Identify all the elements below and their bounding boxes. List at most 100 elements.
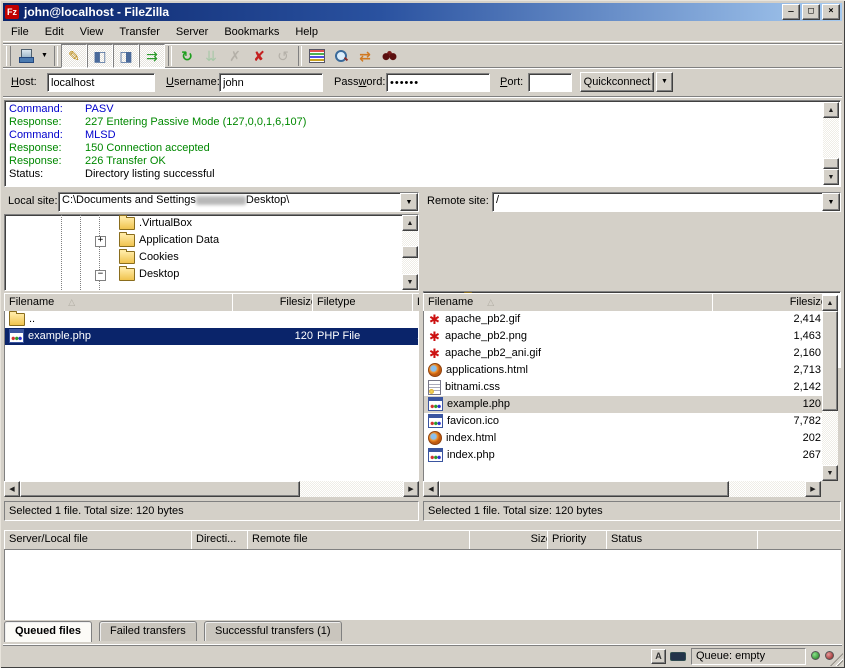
column-header-remote-file[interactable]: Remote file (247, 530, 479, 549)
password-input[interactable] (386, 73, 490, 92)
image-file-icon: ✱ (428, 330, 441, 343)
tree-item-application-data[interactable]: + Application Data (5, 232, 418, 249)
local-site-dropdown[interactable]: ▼ (400, 193, 418, 211)
username-input[interactable] (219, 73, 323, 92)
remote-list-header: Filename△ Filesize (423, 293, 822, 311)
minimize-button[interactable]: _ (782, 4, 800, 20)
column-header-status[interactable]: Status (606, 530, 767, 549)
local-file-row-up[interactable]: .. (5, 311, 418, 328)
column-header-filesize[interactable]: Filesize (712, 293, 822, 311)
site-manager-button[interactable] (14, 45, 38, 67)
folder-icon (9, 313, 25, 326)
tab-failed-transfers[interactable]: Failed transfers (99, 621, 197, 641)
remote-file-row[interactable]: favicon.ico 7,782 (424, 413, 822, 430)
menu-view[interactable]: View (72, 24, 112, 40)
cancel-button[interactable]: ✗ (223, 45, 247, 67)
expand-icon[interactable]: + (95, 236, 106, 247)
speed-limit-icon[interactable] (670, 652, 686, 661)
password-label: Password: (334, 76, 385, 88)
tab-queued-files[interactable]: Queued files (4, 621, 92, 642)
quickconnect-button[interactable]: Quickconnect (580, 72, 654, 92)
column-header-server-local-file[interactable]: Server/Local file (4, 530, 201, 549)
queue-body[interactable] (4, 549, 841, 620)
toggle-remote-tree-button[interactable]: ◨ (113, 44, 139, 68)
php-file-icon (428, 448, 443, 462)
local-site-path: C:\Documents and SettingsDesktop\ (59, 193, 400, 211)
title-bar[interactable]: Fz john@localhost - FileZilla _ □ × (3, 3, 842, 21)
menu-edit[interactable]: Edit (37, 24, 72, 40)
remote-list-scroll-left-button[interactable]: ◀ (423, 481, 439, 497)
remote-file-row[interactable]: applications.html 2,713 (424, 362, 822, 379)
menu-file[interactable]: File (3, 24, 37, 40)
remote-list-scroll-track[interactable] (822, 411, 838, 465)
disconnect-button[interactable]: ✘ (247, 45, 271, 67)
toggle-message-log-button[interactable]: ✎ (61, 44, 87, 68)
remote-file-row[interactable]: bitnami.css 2,142 (424, 379, 822, 396)
remote-list-scroll-track[interactable] (729, 481, 805, 497)
menu-bookmarks[interactable]: Bookmarks (216, 24, 287, 40)
column-header-size[interactable]: Size (469, 530, 557, 549)
local-site-combobox[interactable]: C:\Documents and SettingsDesktop\ ▼ (58, 192, 419, 212)
remote-file-row[interactable]: index.php 267 (424, 447, 822, 464)
remote-site-dropdown[interactable]: ▼ (822, 193, 840, 211)
local-tree-scroll-thumb[interactable] (402, 246, 418, 258)
maximize-button[interactable]: □ (802, 4, 820, 20)
filter-button[interactable] (305, 45, 329, 67)
refresh-button[interactable]: ↻ (175, 45, 199, 67)
log-line: Command:PASV (9, 103, 836, 116)
local-list-scroll-left-button[interactable]: ◀ (4, 481, 20, 497)
remote-file-row[interactable]: ✱apache_pb2.png 1,463 (424, 328, 822, 345)
remote-list-scroll-thumb[interactable] (439, 481, 729, 497)
log-scroll-track[interactable] (823, 118, 839, 158)
log-scroll-thumb[interactable] (823, 158, 839, 169)
remote-list-scroll-right-button[interactable]: ▶ (805, 481, 821, 497)
remote-list-scroll-up-button[interactable]: ▲ (822, 295, 838, 311)
remote-file-row[interactable]: ✱apache_pb2.gif 2,414 (424, 311, 822, 328)
quickconnect-dropdown[interactable]: ▼ (656, 72, 673, 92)
find-files-button[interactable] (377, 45, 401, 67)
site-manager-dropdown[interactable]: ▼ (38, 45, 51, 67)
directory-comparison-button[interactable] (329, 45, 353, 67)
menu-server[interactable]: Server (168, 24, 216, 40)
tree-item-cookies[interactable]: Cookies (5, 249, 418, 266)
collapse-icon[interactable]: − (95, 270, 106, 281)
reconnect-button[interactable]: ↺ (271, 45, 295, 67)
find-files-icon (382, 50, 397, 61)
tree-item-desktop[interactable]: − Desktop (5, 266, 418, 283)
sort-ascending-icon: △ (68, 297, 75, 307)
column-header-filesize[interactable]: Filesize (232, 293, 322, 311)
menu-transfer[interactable]: Transfer (111, 24, 168, 40)
log-scroll-down-button[interactable]: ▼ (823, 169, 839, 185)
local-tree-scroll-down-button[interactable]: ▼ (402, 274, 418, 290)
toggle-local-tree-button[interactable]: ◧ (87, 44, 113, 68)
process-queue-button[interactable]: ⇊ (199, 45, 223, 67)
remote-site-combobox[interactable]: / ▼ (492, 192, 841, 212)
column-header-last-modified[interactable]: L (412, 293, 419, 311)
close-button[interactable]: × (822, 4, 840, 20)
local-list-scroll-thumb[interactable] (20, 481, 300, 497)
toggle-transfer-queue-button[interactable]: ⇉ (139, 44, 165, 68)
local-file-row-selected[interactable]: example.php 120 PHP File 1 (5, 328, 418, 345)
remote-list-scroll-thumb[interactable] (822, 311, 838, 411)
tree-item-virtualbox[interactable]: .VirtualBox (5, 215, 418, 232)
log-scroll-up-button[interactable]: ▲ (823, 102, 839, 118)
port-input[interactable] (528, 73, 572, 92)
remote-file-row-selected[interactable]: example.php 120 (424, 396, 822, 413)
remote-list-scroll-down-button[interactable]: ▼ (822, 465, 838, 481)
local-tree-scroll-up-button[interactable]: ▲ (402, 215, 418, 231)
column-header-filename[interactable]: Filename△ (4, 293, 242, 311)
synchronized-browsing-button[interactable]: ⇄ (353, 45, 377, 67)
data-type-indicator-icon[interactable]: A (651, 649, 666, 664)
folder-icon (119, 251, 135, 264)
toolbar-grip[interactable] (6, 46, 11, 66)
column-header-filetype[interactable]: Filetype (312, 293, 419, 311)
remote-file-row[interactable]: index.html 202 (424, 430, 822, 447)
local-list-scroll-track[interactable] (300, 481, 403, 497)
filezilla-logo-icon[interactable]: Fz (5, 5, 19, 19)
remote-file-row[interactable]: ✱apache_pb2_ani.gif 2,160 (424, 345, 822, 362)
tab-successful-transfers[interactable]: Successful transfers (1) (204, 621, 342, 641)
menu-help[interactable]: Help (287, 24, 326, 40)
host-input[interactable] (47, 73, 155, 92)
column-header-filename[interactable]: Filename△ (423, 293, 722, 311)
local-list-scroll-right-button[interactable]: ▶ (403, 481, 419, 497)
